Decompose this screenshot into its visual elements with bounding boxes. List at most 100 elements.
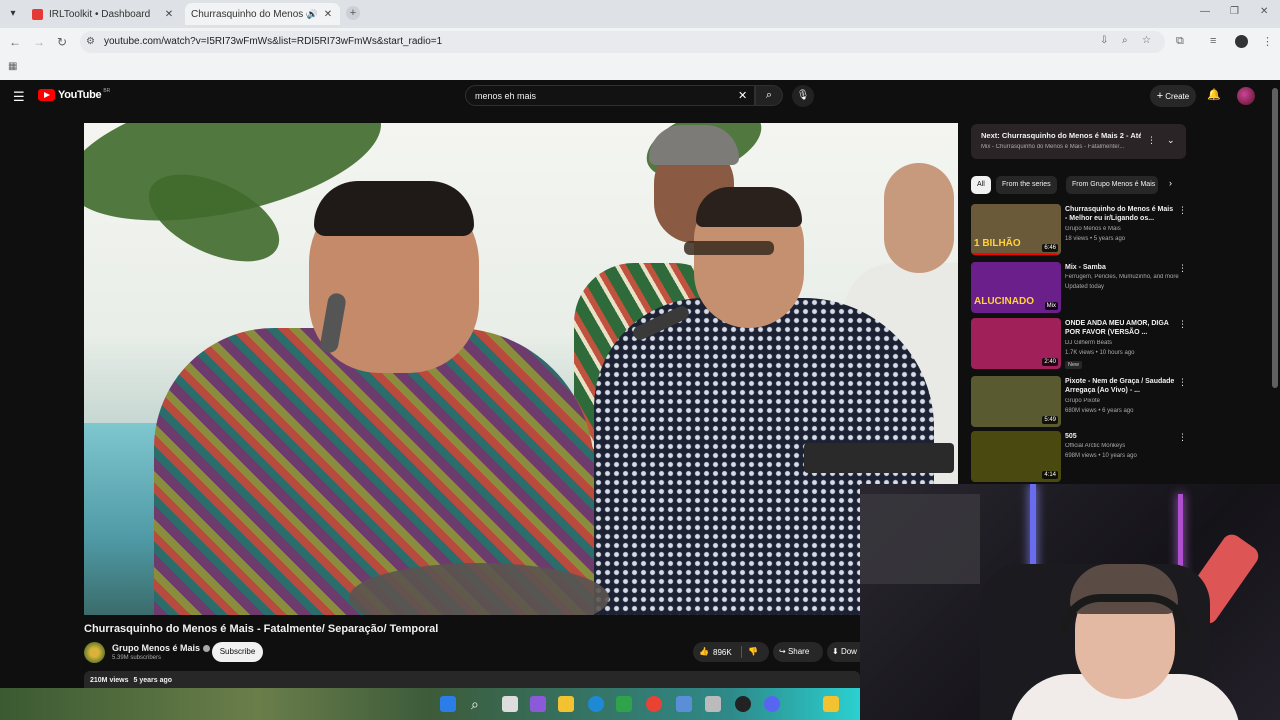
- right-person-head: [884, 163, 954, 273]
- youtube-logo[interactable]: YouTube BR: [38, 88, 111, 101]
- file-explorer-icon[interactable]: [558, 696, 574, 712]
- tab-search-chevron-icon[interactable]: ▾: [4, 5, 22, 23]
- account-avatar[interactable]: [1237, 87, 1255, 105]
- chevron-right-icon[interactable]: ›: [1169, 178, 1172, 188]
- recommendation-title[interactable]: 505: [1065, 432, 1177, 441]
- chip-from-series[interactable]: From the series: [996, 176, 1057, 194]
- tab-youtube[interactable]: Churrasquinho do Menos é 🔊 ✕: [185, 3, 340, 94]
- more-vert-icon[interactable]: ⋮: [1178, 263, 1187, 274]
- recommendation-item[interactable]: 2:40 ONDE ANDA MEU AMOR, DIGA POR FAVOR (…: [971, 318, 1191, 370]
- search-icon[interactable]: ⌕: [471, 696, 487, 712]
- view-stats: 210M views 5 years ago: [90, 677, 177, 684]
- search-input[interactable]: menos eh mais ✕: [465, 85, 755, 106]
- recommendation-channel[interactable]: Ferrugem, Péricles, Mumuzinho, and more: [1065, 274, 1185, 280]
- video-player[interactable]: [84, 123, 958, 615]
- like-icon[interactable]: 👍: [699, 647, 709, 656]
- share-label: Share: [787, 647, 810, 656]
- country-code: BR: [103, 88, 111, 94]
- close-tab-icon[interactable]: ✕: [322, 9, 334, 20]
- new-tab-icon[interactable]: +: [346, 6, 360, 20]
- edge-icon[interactable]: [588, 696, 604, 712]
- site-info-icon[interactable]: ⚙: [86, 36, 95, 47]
- recommendation-channel[interactable]: Grupo Pixote: [1065, 398, 1185, 404]
- maximize-icon[interactable]: ❐: [1230, 6, 1239, 17]
- warning-icon[interactable]: [823, 696, 839, 712]
- extensions-icon[interactable]: ⧉: [1176, 35, 1184, 48]
- bookmark-star-icon[interactable]: ☆: [1142, 35, 1151, 46]
- task-view-icon[interactable]: [502, 696, 518, 712]
- chip-all[interactable]: All: [971, 176, 991, 194]
- recommendation-channel[interactable]: Official Arctic Monkeys: [1065, 443, 1185, 449]
- video-thumbnail[interactable]: ALUCINADO Mix: [971, 262, 1061, 313]
- create-button[interactable]: + Create: [1150, 85, 1196, 107]
- menu-icon[interactable]: ☰: [13, 89, 25, 105]
- search-query: menos eh mais: [475, 91, 537, 101]
- up-next-panel[interactable]: Next: Churrasquinho do Menos é Mais 2 - …: [971, 124, 1186, 159]
- voice-search-button[interactable]: 🎙: [792, 85, 814, 107]
- recommendation-title[interactable]: Churrasquinho do Menos é Mais - Melhor e…: [1065, 205, 1177, 223]
- close-window-icon[interactable]: ✕: [1260, 6, 1268, 17]
- back-icon[interactable]: ←: [9, 35, 21, 49]
- chip-from-channel[interactable]: From Grupo Menos é Mais: [1066, 176, 1158, 194]
- speaker-icon[interactable]: 🔊: [307, 9, 318, 20]
- recommendation-channel[interactable]: DJ Gilherm Beats: [1065, 340, 1185, 346]
- obs-icon[interactable]: [735, 696, 751, 712]
- recommendation-meta: 1.7K views • 10 hours ago: [1065, 350, 1135, 356]
- singer-back-cap: [649, 125, 739, 165]
- more-vert-icon[interactable]: ⋮: [1178, 205, 1187, 216]
- divider: [741, 646, 742, 658]
- page-scrollbar[interactable]: [1272, 88, 1278, 388]
- app-icon[interactable]: [676, 696, 692, 712]
- recommendation-item[interactable]: 4:14 505 Official Arctic Monkeys 698M views…: [971, 431, 1191, 483]
- notifications-bell-icon[interactable]: 🔔: [1207, 88, 1221, 101]
- profile-avatar[interactable]: [1235, 35, 1248, 48]
- copilot-icon[interactable]: [530, 696, 546, 712]
- forward-icon[interactable]: →: [33, 35, 45, 49]
- mic-stand: [804, 443, 954, 473]
- recommendation-meta: 680M views • 6 years ago: [1065, 408, 1134, 414]
- install-icon[interactable]: ⇩: [1100, 35, 1108, 46]
- calculator-icon[interactable]: [705, 696, 721, 712]
- more-vert-icon[interactable]: ⋮: [1147, 135, 1156, 146]
- more-vert-icon[interactable]: ⋮: [1178, 377, 1187, 388]
- new-badge: New: [1065, 361, 1083, 369]
- more-vert-icon[interactable]: ⋮: [1178, 432, 1187, 443]
- dislike-icon[interactable]: 👎: [748, 647, 758, 656]
- discord-icon[interactable]: [764, 696, 780, 712]
- minimize-icon[interactable]: —: [1200, 6, 1210, 17]
- close-tab-icon[interactable]: ✕: [163, 9, 175, 20]
- zoom-icon[interactable]: ⌕: [1122, 35, 1128, 46]
- browser-menu-icon[interactable]: ⋮: [1262, 35, 1273, 48]
- recommendation-item[interactable]: ALUCINADO Mix Mix - Samba Ferrugem, Péricle…: [971, 262, 1191, 314]
- search-button[interactable]: ⌕: [755, 85, 783, 106]
- channel-avatar[interactable]: [84, 642, 105, 663]
- video-thumbnail[interactable]: 2:40: [971, 318, 1061, 369]
- channel-name[interactable]: Grupo Menos é Mais: [112, 643, 211, 653]
- video-thumbnail[interactable]: 4:14: [971, 431, 1061, 482]
- subscribe-button[interactable]: Subscribe: [212, 642, 263, 662]
- recommendation-title[interactable]: Mix - Samba: [1065, 263, 1177, 272]
- reload-icon[interactable]: ↻: [57, 35, 67, 49]
- recommendation-title[interactable]: Pixote - Nem de Graça / Saudade Arregaça…: [1065, 377, 1177, 395]
- chrome-icon[interactable]: [646, 696, 662, 712]
- sunglasses: [684, 241, 774, 255]
- watch-progress-bar: [971, 253, 1057, 255]
- masthead: ☰ YouTube BR menos eh mais ✕ ⌕ 🎙 + Create…: [0, 80, 1280, 112]
- clear-search-icon[interactable]: ✕: [738, 89, 747, 102]
- tab-irltoolkit[interactable]: IRLToolkit • Dashboard ✕: [26, 3, 181, 25]
- recommendation-title[interactable]: ONDE ANDA MEU AMOR, DIGA POR FAVOR (VERS…: [1065, 319, 1177, 337]
- apps-grid-icon[interactable]: ▦: [8, 61, 17, 72]
- like-count[interactable]: 896K: [713, 648, 732, 657]
- recommendation-item[interactable]: 1 BILHÃO 6:46 Churrasquinho do Menos é Mai…: [971, 204, 1191, 256]
- chevron-down-icon[interactable]: ⌄: [1167, 135, 1175, 146]
- recommendation-item[interactable]: 5:49 Pixote - Nem de Graça / Saudade Arre…: [971, 376, 1191, 428]
- media-controls-icon[interactable]: ≡: [1210, 35, 1216, 47]
- video-thumbnail[interactable]: 5:49: [971, 376, 1061, 427]
- recommendation-channel[interactable]: Grupo Menos é Mais: [1065, 226, 1185, 232]
- share-button[interactable]: ↪ Share: [773, 642, 823, 662]
- video-thumbnail[interactable]: 1 BILHÃO 6:46: [971, 204, 1061, 255]
- app-icon[interactable]: [616, 696, 632, 712]
- windows-start-icon[interactable]: [440, 696, 456, 712]
- more-vert-icon[interactable]: ⋮: [1178, 319, 1187, 330]
- address-bar[interactable]: ⚙ youtube.com/watch?v=I5RI73wFmWs&list=R…: [80, 31, 1165, 53]
